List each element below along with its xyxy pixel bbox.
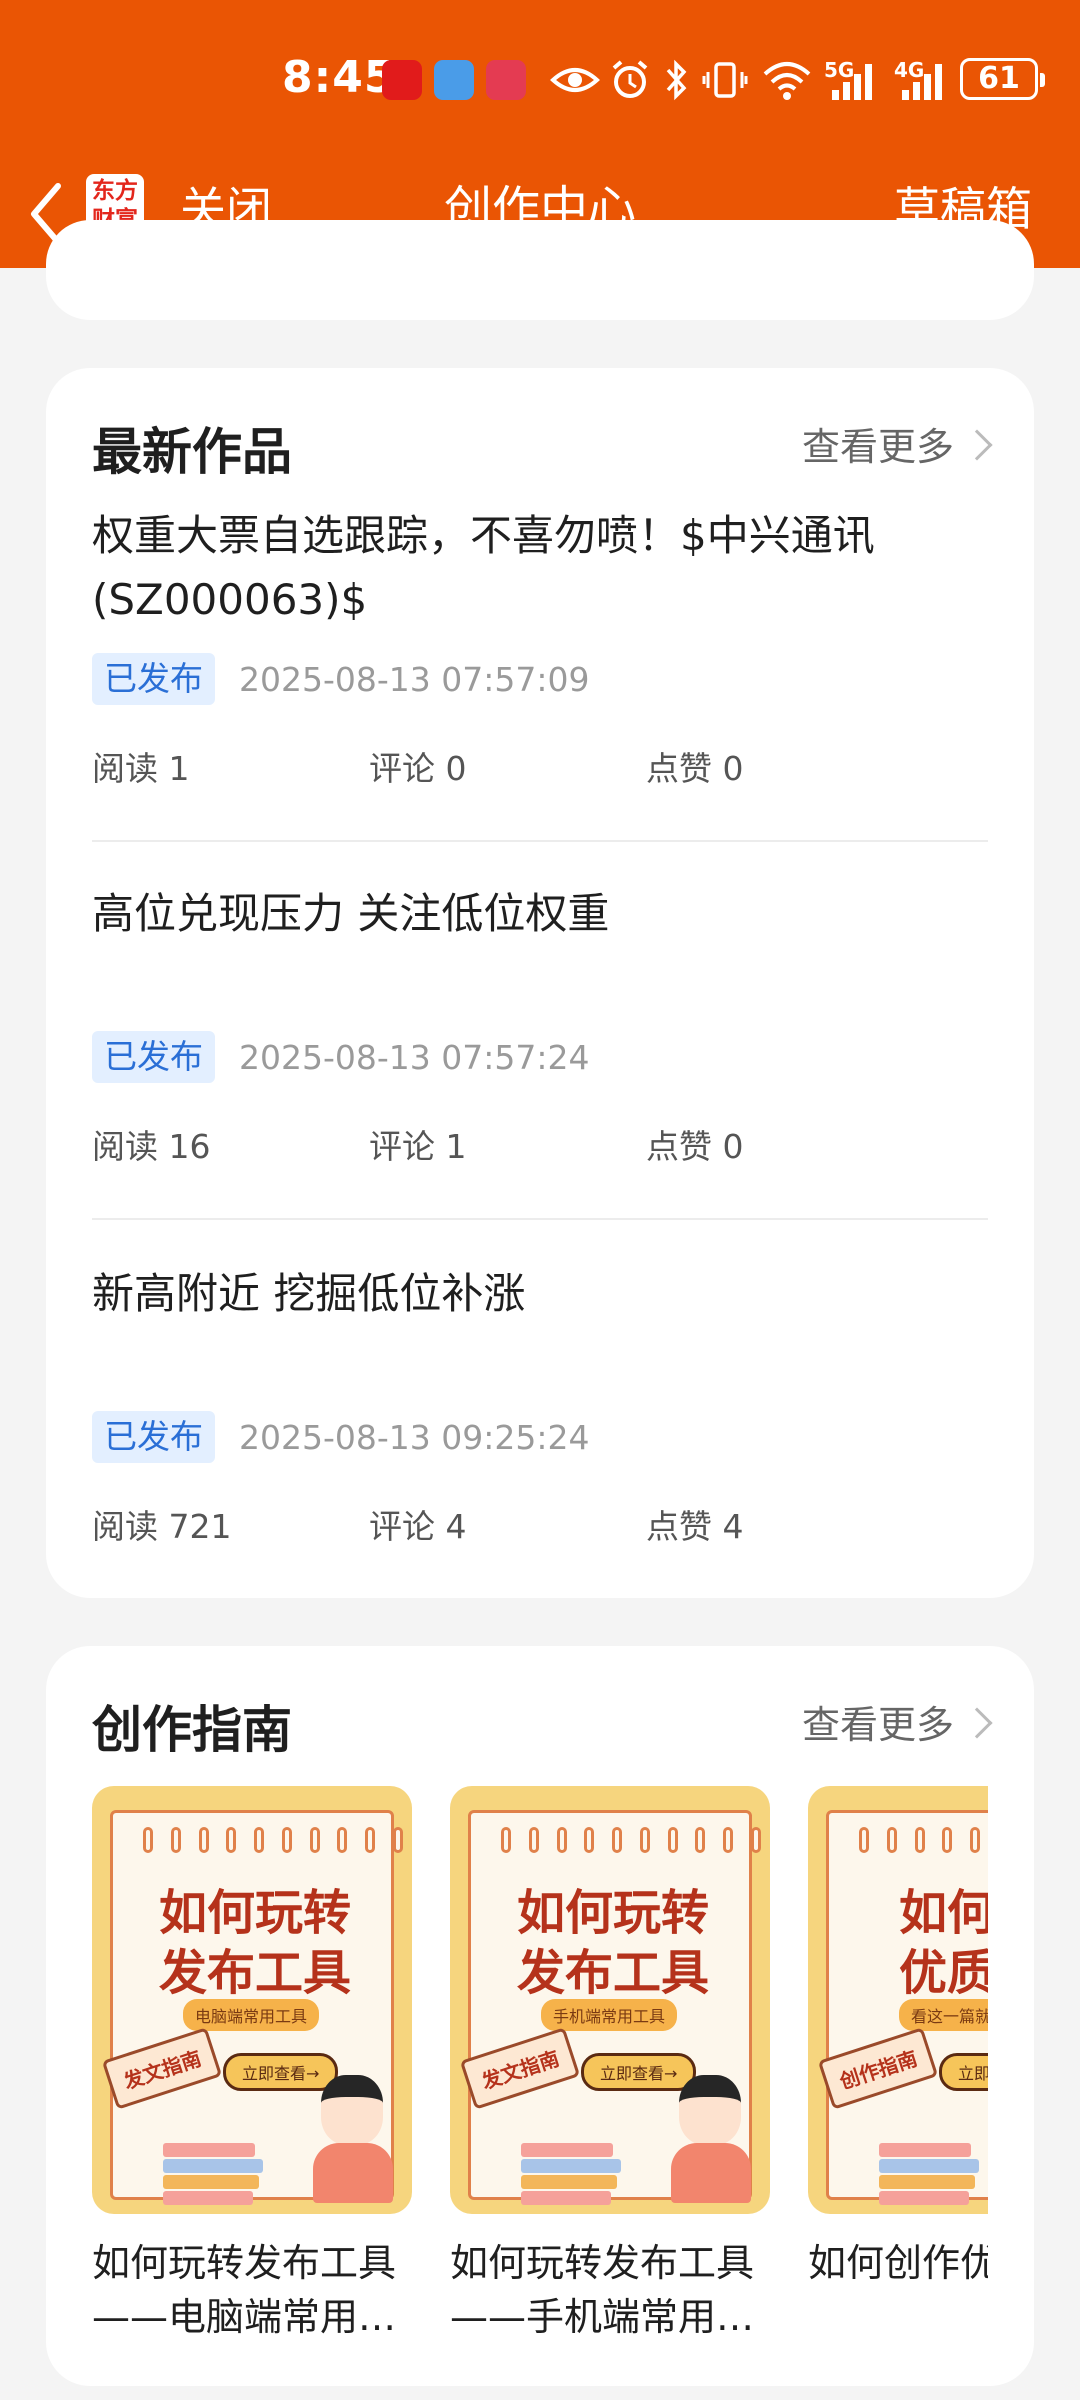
guide-thumbnail[interactable]: 如何玩转 发布工具 电脑端常用工具 发文指南 立即查看→ [92, 1786, 412, 2214]
status-badge: 已发布 [92, 1031, 215, 1083]
guide-label-line-2: ——手机端常用… [450, 2295, 755, 2339]
work-item[interactable]: 新高附近 挖掘低位补涨 已发布 2025-08-13 09:25:24 阅读 7… [92, 1262, 988, 1548]
girl-body-illustration [313, 2143, 393, 2203]
thumb-sign: 发文指南 [101, 2027, 223, 2110]
guide-item[interactable]: 如何创 优质内 看这一篇就 创作指南 立即查看→ 如何创作优 [808, 1786, 988, 2290]
vibrate-icon [702, 62, 748, 98]
status-bar: 8:45 5G 4G 61 [0, 0, 1080, 160]
guide-item[interactable]: 如何玩转 发布工具 手机端常用工具 发文指南 立即查看→ 如何玩转发布工具 ——… [450, 1786, 770, 2344]
thumb-sign: 创作指南 [817, 2027, 939, 2110]
work-item[interactable]: 高位兑现压力 关注低位权重 已发布 2025-08-13 07:57:24 阅读… [92, 882, 988, 1168]
guide-label-line-1: 如何玩转发布工具 [92, 2241, 397, 2285]
thumb-title-line-2: 发布工具 [516, 1945, 709, 2001]
guide-title: 创作指南 [92, 1701, 292, 1759]
guide-thumbnail[interactable]: 如何创 优质内 看这一篇就 创作指南 立即查看→ [808, 1786, 988, 2214]
guide-item[interactable]: 如何玩转 发布工具 电脑端常用工具 发文指南 立即查看→ 如何玩转发布工具 ——… [92, 1786, 412, 2344]
guide-label-line-1: 如何创作优 [808, 2241, 988, 2285]
like-count: 点赞 0 [646, 749, 744, 788]
publish-time: 2025-08-13 09:25:24 [239, 1417, 590, 1457]
thumb-tag: 电脑端常用工具 [183, 1999, 320, 2031]
battery-indicator: 61 [960, 58, 1045, 100]
books-illustration [879, 2143, 979, 2207]
weather-app-icon [434, 60, 474, 100]
latest-view-more-link[interactable]: 查看更多 [801, 412, 993, 482]
logo-line-1: 东方 [92, 178, 138, 204]
comment-count: 评论 4 [369, 1507, 467, 1546]
notebook-illustration: 如何玩转 发布工具 电脑端常用工具 发文指南 立即查看→ [101, 1810, 403, 2205]
guide-view-more-link[interactable]: 查看更多 [801, 1690, 993, 1760]
study-app-icon [382, 60, 422, 100]
guide-label-line-1: 如何玩转发布工具 [450, 2241, 755, 2285]
thumb-tag: 看这一篇就 [899, 1999, 988, 2031]
notebook-illustration: 如何玩转 发布工具 手机端常用工具 发文指南 立即查看→ [459, 1810, 761, 2205]
guide-label-line-2: ——电脑端常用… [92, 2295, 397, 2339]
notebook-illustration: 如何创 优质内 看这一篇就 创作指南 立即查看→ [817, 1810, 988, 2205]
view-more-label: 查看更多 [801, 425, 954, 469]
thumb-button: 立即查看→ [223, 2053, 339, 2091]
work-title[interactable]: 高位兑现压力 关注低位权重 [92, 882, 988, 1010]
signal-bars-icon [832, 64, 872, 100]
girl-body-illustration [671, 2143, 751, 2203]
chevron-right-icon [961, 429, 993, 461]
divider [92, 1218, 988, 1220]
signal-bars-2-icon [902, 64, 942, 100]
guide-carousel[interactable]: 如何玩转 发布工具 电脑端常用工具 发文指南 立即查看→ 如何玩转发布工具 ——… [92, 1786, 988, 2366]
latest-works-title: 最新作品 [92, 423, 292, 481]
thumb-title-line-2: 发布工具 [158, 1945, 351, 2001]
guide-thumbnail[interactable]: 如何玩转 发布工具 手机端常用工具 发文指南 立即查看→ [450, 1786, 770, 2214]
notebook-rings [143, 1827, 403, 1853]
alarm-icon [612, 60, 648, 98]
read-count: 阅读 16 [92, 1127, 211, 1166]
like-count: 点赞 4 [646, 1507, 744, 1546]
divider [92, 840, 988, 842]
publish-time: 2025-08-13 07:57:24 [239, 1037, 590, 1077]
thumb-title-line-2: 优质内 [898, 1945, 988, 2001]
girl-illustration [679, 2075, 741, 2145]
notebook-rings [859, 1827, 988, 1853]
status-badge: 已发布 [92, 653, 215, 705]
read-count: 阅读 721 [92, 1507, 232, 1546]
thumb-sign: 发文指南 [459, 2027, 581, 2110]
read-count: 阅读 1 [92, 749, 190, 788]
view-more-label: 查看更多 [801, 1703, 954, 1747]
comment-count: 评论 0 [369, 749, 467, 788]
clock: 8:45 [282, 52, 396, 103]
thumb-button: 立即查看→ [581, 2053, 697, 2091]
publish-time: 2025-08-13 07:57:09 [239, 659, 590, 699]
status-badge: 已发布 [92, 1411, 215, 1463]
work-title[interactable]: 权重大票自选跟踪，不喜勿喷！$中兴通讯(SZ000063)$ [92, 504, 988, 632]
girl-illustration [321, 2075, 383, 2145]
like-count: 点赞 0 [646, 1127, 744, 1166]
comment-count: 评论 1 [369, 1127, 467, 1166]
previous-card [46, 220, 1034, 320]
wifi-icon [763, 62, 811, 100]
chevron-right-icon [961, 1707, 993, 1739]
eye-icon [550, 68, 600, 92]
work-title[interactable]: 新高附近 挖掘低位补涨 [92, 1262, 988, 1390]
creation-guide-card: 创作指南 查看更多 如何玩转 发布工具 电脑端常用工具 发文指南 立即查看→ 如… [46, 1646, 1034, 2386]
thumb-tag: 手机端常用工具 [541, 1999, 678, 2031]
thumb-button: 立即查看→ [939, 2053, 988, 2091]
huawei-app-icon [486, 60, 526, 100]
latest-works-card: 最新作品 查看更多 权重大票自选跟踪，不喜勿喷！$中兴通讯(SZ000063)$… [46, 368, 1034, 1598]
books-illustration [521, 2143, 621, 2207]
notebook-rings [501, 1827, 761, 1853]
work-item[interactable]: 权重大票自选跟踪，不喜勿喷！$中兴通讯(SZ000063)$ 已发布 2025-… [92, 504, 988, 790]
bluetooth-icon [666, 59, 687, 101]
books-illustration [163, 2143, 263, 2207]
